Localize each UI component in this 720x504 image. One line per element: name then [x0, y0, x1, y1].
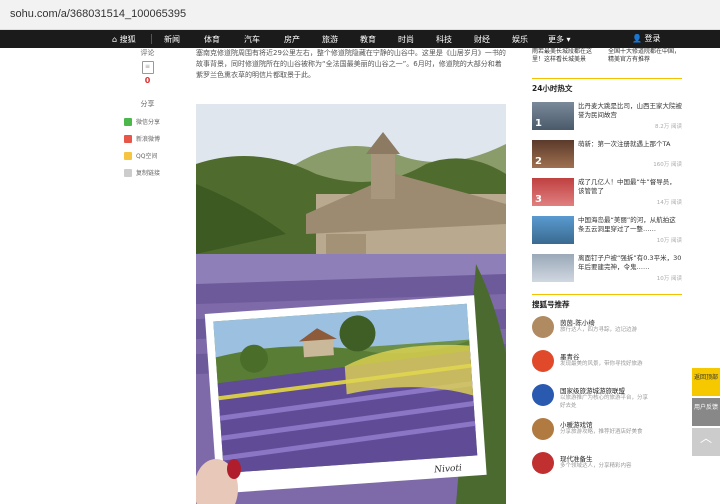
article-body: 塞南克修道院周围有将近29公里左右，整个修道院隐藏在宁静的山谷中。这里是《山居岁… — [196, 48, 506, 81]
back-to-top-button[interactable]: 返回顶部 — [692, 368, 720, 396]
comment-block[interactable]: 评论 ≡ 0 — [120, 48, 175, 85]
mp-section-title: 搜狐号推荐 — [532, 300, 570, 309]
hot-title-4: 中国海岛最“美丽”的河，从航拍这条五云洞里穿过了一整…… — [578, 216, 676, 233]
abbey-lavender-photo: Nivoti — [196, 104, 506, 504]
chevron-up-icon[interactable]: ︿ — [692, 428, 720, 456]
mp-item[interactable]: 现代准备生 多个领域达人，分享精彩内容 — [524, 452, 690, 480]
nav-item-house[interactable]: 房产 — [284, 34, 300, 45]
left-share-rail: 评论 ≡ 0 分享 微信分享 新浪微博 QQ空间 复制链接 — [120, 48, 175, 177]
hot-meta-4: 10万 阅读 — [656, 238, 682, 244]
postcard-signature: Nivoti — [433, 463, 463, 475]
nav-item-travel[interactable]: 旅游 — [322, 34, 338, 45]
share-copy-label: 复制链接 — [136, 170, 161, 177]
nav-home[interactable]: ⌂ 搜狐 — [112, 34, 136, 45]
share-weibo-label: 新浪微博 — [136, 136, 161, 143]
nav-item-ent[interactable]: 娱乐 — [512, 34, 528, 45]
hot-thumb-3: 3 — [532, 178, 574, 206]
hot-thumb-4 — [532, 216, 574, 244]
nav-item-news[interactable]: 新闻 — [164, 34, 180, 45]
nav-item-auto[interactable]: 汽车 — [244, 34, 260, 45]
qzone-icon — [124, 151, 132, 160]
mp-desc-4: 分享旅游攻略，推荐好酒店好美食 — [560, 429, 643, 435]
hot-meta-3: 14万 阅读 — [656, 200, 682, 206]
browser-address-bar[interactable]: sohu.com/a/368031514_100065395 — [0, 0, 720, 30]
mp-item[interactable]: 国家级旅游城游旅联盟 以旅游推广为核心的旅游平台，分享好去处 — [524, 384, 690, 412]
share-weibo[interactable]: 新浪微博 — [124, 134, 175, 143]
hot-meta-2: 160万 阅读 — [653, 162, 682, 168]
feedback-button[interactable]: 用户反馈 — [692, 398, 720, 426]
login-button[interactable]: 👤 登录 — [632, 33, 661, 44]
weibo-icon — [124, 134, 132, 143]
share-qzone-label: QQ空间 — [136, 153, 158, 160]
url-text[interactable]: sohu.com/a/368031514_100065395 — [10, 8, 186, 20]
comment-count: 0 — [144, 76, 151, 85]
article-photo: Nivoti — [196, 104, 506, 504]
mp-item[interactable]: 小暖游戏馆 分享旅游攻略，推荐好酒店好美食 — [524, 418, 690, 446]
rank-1: 1 — [535, 118, 542, 129]
top-nav: ⌂ 搜狐 新闻 体育 汽车 房产 旅游 教育 时尚 科技 财经 娱乐 更多 ▾ … — [0, 30, 720, 48]
hot-section-title: 24小时热文 — [532, 84, 573, 93]
top-recommend-caption-2[interactable]: 全国十大修道院都在中国，精美官方有推荐 — [608, 48, 682, 64]
mp-desc-1: 旅行达人，四方寻踪，边记边游 — [560, 327, 638, 333]
avatar — [532, 350, 554, 372]
nav-divider — [151, 34, 152, 44]
hot-item[interactable]: 中国海岛最“美丽”的河，从航拍这条五云洞里穿过了一整…… 10万 阅读 — [524, 216, 690, 246]
nav-item-fashion[interactable]: 时尚 — [398, 34, 414, 45]
share-copy-link[interactable]: 复制链接 — [124, 168, 175, 177]
login-label: 登录 — [644, 34, 661, 43]
hot-thumb-2: 2 — [532, 140, 574, 168]
hot-item[interactable]: 3 成了几亿人！中国最“牛”督导员，该管管了 14万 阅读 — [524, 178, 690, 208]
top-recommend: 雨若最美长城段都在这里！这样看长城美景 全国十大修道院都在中国，精美官方有推荐 — [524, 48, 690, 74]
divider — [532, 294, 682, 295]
top-recommend-caption-1[interactable]: 雨若最美长城段都在这里！这样看长城美景 — [532, 48, 602, 64]
mp-desc-3: 以旅游推广为核心的旅游平台，分享好去处 — [560, 395, 649, 409]
divider — [532, 78, 682, 79]
hot-title-2: 萌新：第一次注册就遇上那个TA — [578, 140, 671, 148]
hot-thumb-1: 1 — [532, 102, 574, 130]
hot-item[interactable]: 2 萌新：第一次注册就遇上那个TA 160万 阅读 — [524, 140, 690, 170]
avatar — [532, 418, 554, 440]
mp-item[interactable]: 墨青谷 发现最美的风景，带你寻找好旅游 — [524, 350, 690, 378]
share-wechat-label: 微信分享 — [136, 119, 161, 126]
link-icon — [124, 168, 132, 177]
nav-item-finance[interactable]: 财经 — [474, 34, 490, 45]
avatar — [532, 316, 554, 338]
avatar — [532, 452, 554, 474]
hot-item[interactable]: 1 比丹麦大跳是比司，山西王家大院被誉为民间故宫 8.2万 阅读 — [524, 102, 690, 132]
share-qzone[interactable]: QQ空间 — [124, 151, 175, 160]
nav-item-sports[interactable]: 体育 — [204, 34, 220, 45]
hot-meta-1: 8.2万 阅读 — [655, 124, 682, 130]
hot-title-5: 离面钉子户被“强拆”有0.3平米，30年后要建完神，令鬼…… — [578, 254, 682, 271]
hot-title-1: 比丹麦大跳是比司，山西王家大院被誉为民间故宫 — [578, 102, 682, 119]
avatar — [532, 384, 554, 406]
article-paragraph: 塞南克修道院周围有将近29公里左右，整个修道院隐藏在宁静的山谷中。这里是《山居岁… — [196, 49, 506, 79]
share-wechat[interactable]: 微信分享 — [124, 117, 175, 126]
nav-item-more[interactable]: 更多 ▾ — [548, 34, 571, 45]
rank-2: 2 — [535, 156, 542, 167]
user-icon: 👤 — [632, 34, 642, 43]
hot-title-3: 成了几亿人！中国最“牛”督导员，该管管了 — [578, 178, 676, 195]
comment-label: 评论 — [140, 49, 155, 57]
hot-item[interactable]: 离面钉子户被“强拆”有0.3平米，30年后要建完神，令鬼…… 10万 阅读 — [524, 254, 690, 284]
mp-item[interactable]: 茵茵-陈小绮 旅行达人，四方寻踪，边记边游 — [524, 316, 690, 344]
nav-item-edu[interactable]: 教育 — [360, 34, 376, 45]
hot-thumb-5 — [532, 254, 574, 282]
rank-3: 3 — [535, 194, 542, 205]
nav-item-tech[interactable]: 科技 — [436, 34, 452, 45]
share-label: 分享 — [140, 100, 155, 108]
comment-icon: ≡ — [141, 61, 154, 74]
right-sidebar: 雨若最美长城段都在这里！这样看长城美景 全国十大修道院都在中国，精美官方有推荐 … — [524, 48, 690, 480]
page-content: 评论 ≡ 0 分享 微信分享 新浪微博 QQ空间 复制链接 塞南克修道院周围有将… — [0, 48, 720, 504]
hot-meta-5: 10万 阅读 — [656, 276, 682, 282]
wechat-icon — [124, 117, 132, 126]
mp-desc-5: 多个领域达人，分享精彩内容 — [560, 463, 632, 469]
mp-desc-2: 发现最美的风景，带你寻找好旅游 — [560, 361, 643, 367]
